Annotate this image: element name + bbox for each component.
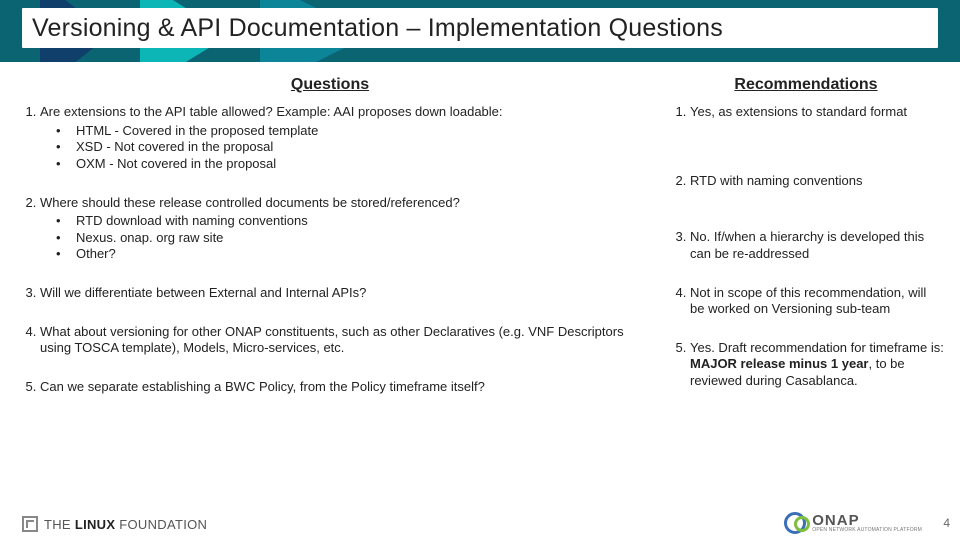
questions-list: Are extensions to the API table allowed?…	[18, 104, 642, 396]
question-item: Can we separate establishing a BWC Polic…	[40, 379, 642, 396]
recommendation-text: RTD with naming conventions	[690, 173, 862, 188]
question-text: What about versioning for other ONAP con…	[40, 324, 624, 356]
lf-word: FOUNDATION	[119, 517, 207, 532]
onap-name: ONAP	[812, 513, 922, 528]
recommendation-item: Not in scope of this recommendation, wil…	[690, 285, 944, 318]
title-bar: Versioning & API Documentation – Impleme…	[22, 8, 938, 48]
onap-tagline: OPEN NETWORK AUTOMATION PLATFORM	[812, 528, 922, 533]
recommendation-text-prefix: Yes. Draft recommendation for timeframe …	[690, 340, 944, 355]
question-text: Can we separate establishing a BWC Polic…	[40, 379, 485, 394]
recommendation-text-bold: MAJOR release minus 1 year	[690, 356, 868, 371]
question-text: Will we differentiate between External a…	[40, 285, 366, 300]
question-subitem: Nexus. onap. org raw site	[60, 230, 642, 247]
recommendation-item: RTD with naming conventions	[690, 173, 944, 190]
recommendation-text: Not in scope of this recommendation, wil…	[690, 285, 926, 317]
onap-icon	[784, 512, 806, 534]
question-subitem: XSD - Not covered in the proposal	[60, 139, 642, 156]
question-sublist: HTML - Covered in the proposed template …	[40, 123, 642, 173]
content-area: Questions Are extensions to the API tabl…	[0, 70, 960, 500]
recommendation-text: Yes, as extensions to standard format	[690, 104, 907, 119]
questions-column: Questions Are extensions to the API tabl…	[0, 70, 660, 500]
question-text: Are extensions to the API table allowed?…	[40, 104, 503, 119]
question-sublist: RTD download with naming conventions Nex…	[40, 213, 642, 263]
slide-footer: THE LINUX FOUNDATION ONAP OPEN NETWORK A…	[0, 502, 960, 540]
page-number: 4	[943, 516, 950, 530]
question-item: Where should these release controlled do…	[40, 195, 642, 264]
questions-heading: Questions	[18, 76, 642, 94]
recommendations-heading: Recommendations	[668, 76, 944, 94]
title-band: Versioning & API Documentation – Impleme…	[0, 0, 960, 62]
recommendation-item: Yes. Draft recommendation for timeframe …	[690, 340, 944, 390]
onap-wordmark: ONAP OPEN NETWORK AUTOMATION PLATFORM	[812, 513, 922, 533]
recommendation-text: No. If/when a hierarchy is developed thi…	[690, 229, 924, 261]
question-subitem: Other?	[60, 246, 642, 263]
question-item: What about versioning for other ONAP con…	[40, 324, 642, 357]
recommendations-list: Yes, as extensions to standard format RT…	[668, 104, 944, 390]
linux-foundation-text: THE LINUX FOUNDATION	[44, 517, 207, 532]
question-subitem: RTD download with naming conventions	[60, 213, 642, 230]
question-item: Will we differentiate between External a…	[40, 285, 642, 302]
question-subitem: OXM - Not covered in the proposal	[60, 156, 642, 173]
slide-title: Versioning & API Documentation – Impleme…	[32, 14, 723, 43]
linux-foundation-icon	[22, 516, 38, 532]
recommendation-item: No. If/when a hierarchy is developed thi…	[690, 229, 944, 262]
recommendation-item: Yes, as extensions to standard format	[690, 104, 944, 121]
question-text: Where should these release controlled do…	[40, 195, 460, 210]
question-subitem: HTML - Covered in the proposed template	[60, 123, 642, 140]
question-item: Are extensions to the API table allowed?…	[40, 104, 642, 173]
linux-foundation-logo: THE LINUX FOUNDATION	[22, 516, 207, 532]
onap-logo: ONAP OPEN NETWORK AUTOMATION PLATFORM	[784, 512, 922, 534]
lf-word: LINUX	[75, 517, 116, 532]
lf-word: THE	[44, 517, 71, 532]
recommendations-column: Recommendations Yes, as extensions to st…	[660, 70, 960, 500]
